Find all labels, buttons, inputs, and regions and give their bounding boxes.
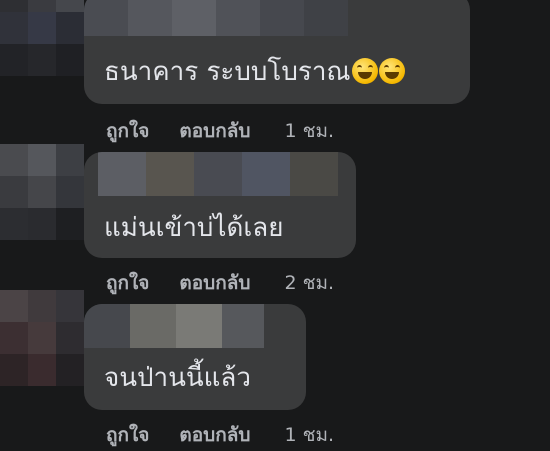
comment-thread: ธนาคาร ระบบโบราณ ถูกใจ ตอบกลับ 1 ชม. แม่… bbox=[0, 0, 550, 451]
comment-item: แม่นเข้าบ่ได้เลย ถูกใจ ตอบกลับ 2 ชม. bbox=[0, 140, 550, 294]
comment-timestamp[interactable]: 1 ชม. bbox=[284, 420, 334, 450]
comment-bubble[interactable]: ธนาคาร ระบบโบราณ bbox=[84, 0, 470, 104]
comment-bubble[interactable]: แม่นเข้าบ่ได้เลย bbox=[84, 152, 356, 258]
avatar[interactable] bbox=[0, 144, 84, 240]
grinning-squinting-face-icon bbox=[351, 58, 378, 84]
avatar[interactable] bbox=[0, 290, 84, 386]
comment-text: แม่นเข้าบ่ได้เลย bbox=[104, 213, 284, 243]
comment-actions: ถูกใจ ตอบกลับ 1 ชม. bbox=[106, 420, 334, 450]
comment-text-value: ธนาคาร ระบบโบราณ bbox=[104, 57, 351, 87]
author-name[interactable] bbox=[98, 152, 338, 196]
avatar[interactable] bbox=[0, 0, 84, 80]
reply-button[interactable]: ตอบกลับ bbox=[179, 420, 250, 450]
comment-text: จนป่านนี้แล้ว bbox=[104, 363, 251, 393]
comment-item: ธนาคาร ระบบโบราณ ถูกใจ ตอบกลับ 1 ชม. bbox=[0, 0, 550, 150]
comment-item: จนป่านนี้แล้ว ถูกใจ ตอบกลับ 1 ชม. bbox=[0, 290, 550, 451]
comment-text: ธนาคาร ระบบโบราณ bbox=[104, 56, 405, 88]
grinning-squinting-face-icon bbox=[378, 58, 405, 84]
like-button[interactable]: ถูกใจ bbox=[106, 420, 149, 450]
author-name[interactable] bbox=[84, 304, 264, 348]
author-name[interactable] bbox=[84, 0, 384, 36]
comment-bubble[interactable]: จนป่านนี้แล้ว bbox=[84, 304, 306, 410]
